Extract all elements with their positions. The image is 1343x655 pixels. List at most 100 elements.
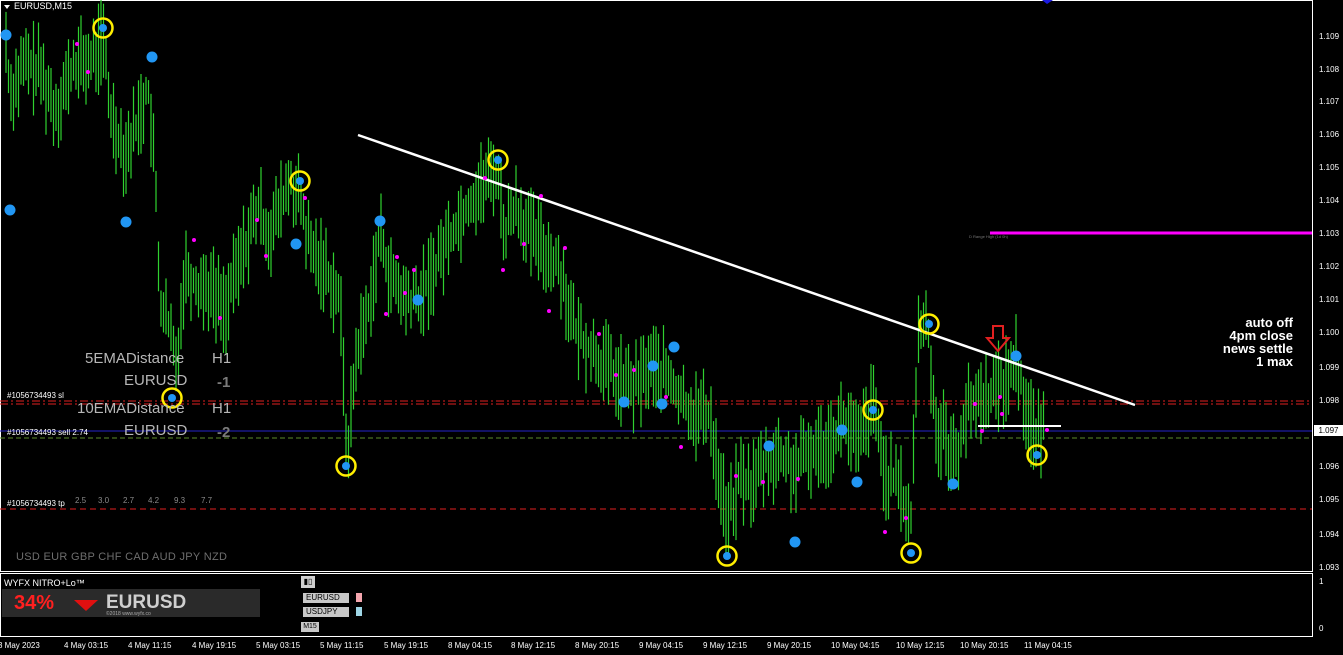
signal-dot (883, 530, 887, 534)
pivot-dot (1033, 451, 1041, 459)
strength-percent: 34% (14, 592, 55, 614)
swing-dot (374, 215, 386, 227)
candlestick-series (5, 0, 1045, 558)
signal-dot (614, 373, 618, 377)
symbol-title-text: EURUSD,M15 (14, 1, 73, 11)
swing-dot (668, 341, 680, 353)
price-label: 1.094 (1319, 530, 1340, 539)
swing-dot (618, 396, 630, 408)
time-label: 10 May 20:15 (960, 641, 1009, 650)
price-label: 1.107 (1319, 97, 1340, 106)
signal-dot (796, 477, 800, 481)
signal-bars-icon[interactable]: ▮▯ (301, 576, 315, 588)
ema5-value: -1 (217, 374, 231, 391)
price-label: 1.102 (1319, 262, 1340, 271)
price-label: 1.105 (1319, 163, 1340, 172)
price-label: 1.101 (1319, 295, 1340, 304)
pair-button-usdjpy[interactable]: USDJPY (303, 607, 349, 617)
tp-level-0: 2.5 (75, 496, 87, 505)
time-label: 11 May 04:15 (1024, 641, 1072, 650)
subwindow-scale-top: 1 (1319, 577, 1324, 586)
main-chart-frame (0, 0, 1313, 572)
signal-dot (192, 238, 196, 242)
swing-markers (0, 17, 1049, 567)
signal-dot (563, 246, 567, 250)
time-label: 8 May 20:15 (575, 641, 620, 650)
ema10-name: 10EMADistance (77, 400, 185, 417)
signal-dot (632, 368, 636, 372)
swing-dot (763, 440, 775, 452)
swing-dot (120, 216, 132, 228)
signal-dot (86, 70, 90, 74)
pivot-dot (907, 549, 915, 557)
time-label: 3 May 2023 (0, 641, 40, 650)
note-line-4: 1 max (1256, 354, 1293, 369)
signal-dot (980, 429, 984, 433)
time-label: 4 May 19:15 (192, 641, 237, 650)
time-label: 8 May 04:15 (448, 641, 493, 650)
signal-dot (904, 516, 908, 520)
swing-dot (4, 204, 16, 216)
signal-dot (539, 194, 543, 198)
signal-dot (734, 474, 738, 478)
indicator-title[interactable]: WYFX NITRO+Lo™ (4, 578, 85, 588)
time-label: 10 May 04:15 (831, 641, 880, 650)
price-label: 1.098 (1319, 396, 1340, 405)
time-label: 9 May 12:15 (703, 641, 748, 650)
time-label: 4 May 11:15 (128, 641, 172, 650)
time-label: 5 May 11:15 (320, 641, 364, 650)
price-label: 1.096 (1319, 462, 1340, 471)
currency-strip: USD EUR GBP CHF CAD AUD JPY NZD (16, 551, 228, 563)
time-label: 8 May 12:15 (511, 641, 556, 650)
blue-marker-icon (1042, 0, 1053, 4)
pivot-dot (342, 462, 350, 470)
chevron-down-icon[interactable] (4, 4, 10, 9)
pair-color-swatch (356, 607, 362, 616)
tp-level-2: 2.7 (123, 496, 135, 505)
pivot-dot (296, 177, 304, 185)
signal-dot (384, 312, 388, 316)
swing-dot (947, 478, 959, 490)
signal-dot (973, 402, 977, 406)
signal-dot (395, 255, 399, 259)
tp-level-5: 7.7 (201, 496, 213, 505)
current-price-badge: 1.097 (1314, 425, 1343, 436)
swing-dot (412, 294, 424, 306)
price-label: 1.095 (1319, 495, 1340, 504)
time-label: 5 May 03:15 (256, 641, 301, 650)
pivot-dot (925, 320, 933, 328)
signal-dot (501, 268, 505, 272)
swing-dot (0, 29, 12, 41)
banner-copyright: ©2018 www.wyfx.co (106, 611, 151, 617)
symbol-title[interactable]: EURUSD,M15 (4, 1, 72, 11)
ema10-tf: H1 (212, 400, 232, 417)
ema10-value: -2 (217, 424, 231, 441)
sl-label[interactable]: #1056734493 sl (7, 391, 64, 400)
signal-dot (522, 242, 526, 246)
swing-dot (1010, 350, 1022, 362)
pair-button-eurusd[interactable]: EURUSD (303, 593, 349, 603)
swing-dot (656, 398, 668, 410)
tp-level-1: 3.0 (98, 496, 110, 505)
signal-dot (761, 480, 765, 484)
swing-dot (146, 51, 158, 63)
trendline[interactable] (357, 133, 1136, 407)
pivot-dot (869, 406, 877, 414)
pair-color-swatch (356, 593, 362, 602)
swing-dot (647, 360, 659, 372)
sell-label[interactable]: #1056734493 sell 2.74 (7, 428, 88, 437)
tp-label[interactable]: #1056734493 tp (7, 499, 65, 508)
signal-dot (1000, 412, 1004, 416)
swing-dot (851, 476, 863, 488)
resistance-label: D Range High (1d 0h) (969, 234, 1008, 239)
tp-level-3: 4.2 (148, 496, 160, 505)
price-label: 1.093 (1319, 563, 1340, 572)
signal-dot (547, 309, 551, 313)
price-label: 1.099 (1319, 363, 1340, 372)
swing-dot (290, 238, 302, 250)
signal-dot (403, 291, 407, 295)
signal-dot (255, 218, 259, 222)
price-label: 1.106 (1319, 130, 1340, 139)
timeframe-button[interactable]: M15 (301, 622, 319, 632)
pivot-dot (494, 156, 502, 164)
